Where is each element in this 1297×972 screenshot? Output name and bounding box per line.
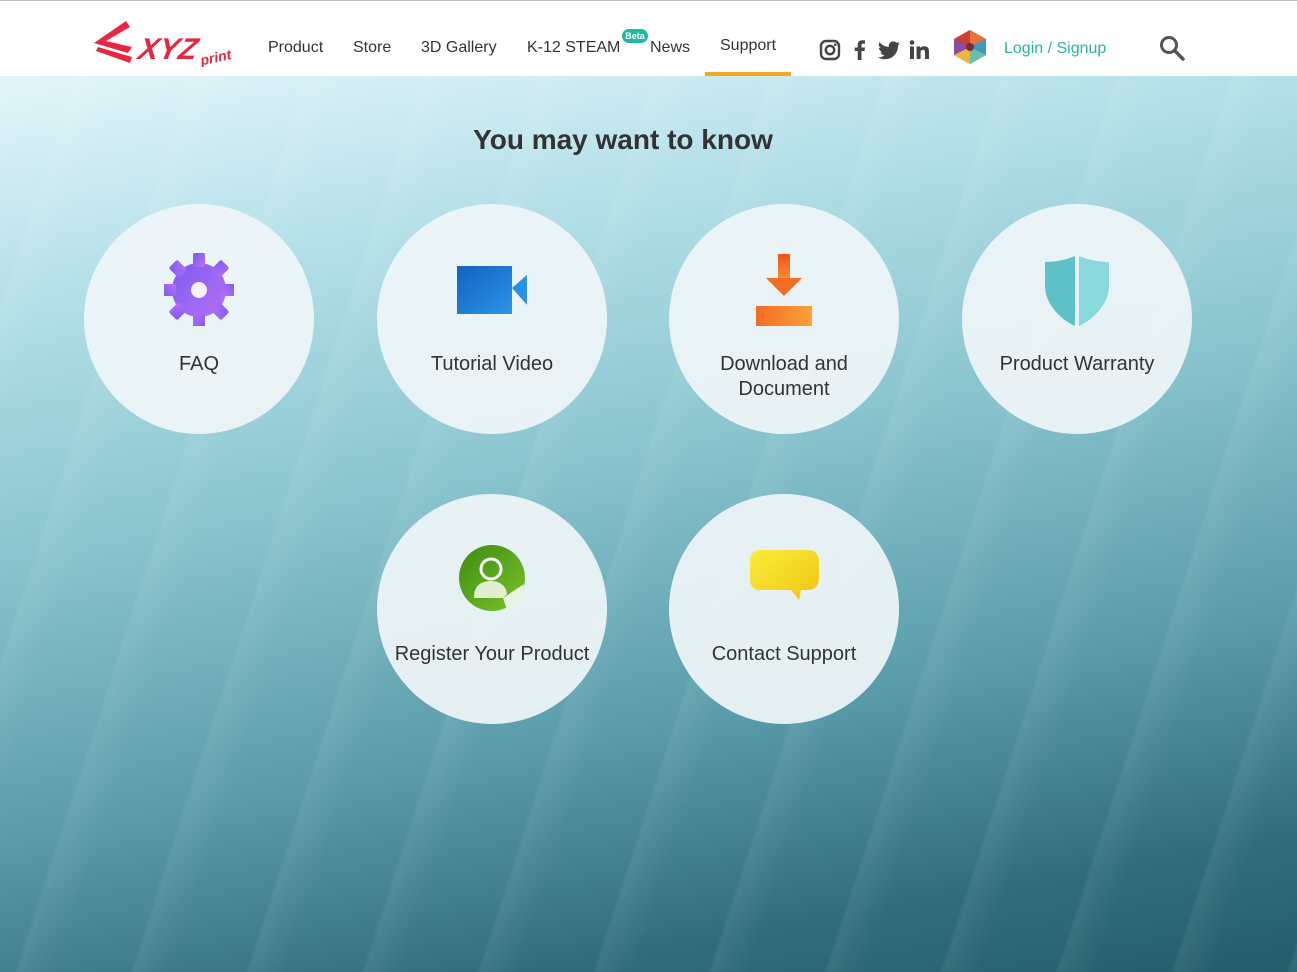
card-tutorial-video[interactable]: Tutorial Video	[377, 204, 607, 434]
instagram-icon[interactable]	[818, 38, 842, 62]
twitter-icon[interactable]	[877, 38, 901, 62]
facebook-icon[interactable]	[848, 38, 872, 62]
search-icon[interactable]	[1158, 34, 1186, 62]
svg-text:print: print	[198, 46, 234, 67]
card-faq[interactable]: FAQ	[84, 204, 314, 434]
card-product-warranty[interactable]: Product Warranty	[962, 204, 1192, 434]
card-label: FAQ	[178, 353, 219, 375]
card-label: Tutorial Video	[430, 353, 554, 375]
card-label: Register Your Product	[394, 643, 590, 665]
card-download-document[interactable]: Download and Document	[669, 204, 899, 434]
shield-icon	[1045, 256, 1109, 326]
download-icon	[756, 254, 812, 326]
nav-k12-steam[interactable]: K-12 STEAM	[527, 39, 620, 57]
user-avatar-icon[interactable]	[951, 28, 989, 66]
card-contact-support[interactable]: Contact Support	[669, 494, 899, 724]
login-signup-link[interactable]: Login / Signup	[1004, 40, 1106, 58]
svg-text:XYZ: XYZ	[134, 33, 203, 66]
video-camera-icon	[457, 266, 527, 314]
nav-news[interactable]: News	[650, 39, 690, 57]
card-label: Download and Document	[720, 353, 848, 400]
nav-support[interactable]: Support	[720, 37, 776, 55]
card-label: Contact Support	[711, 643, 857, 665]
nav-product[interactable]: Product	[268, 39, 323, 57]
beta-badge: Beta	[622, 29, 648, 43]
nav-store[interactable]: Store	[353, 39, 391, 57]
card-label: Product Warranty	[999, 353, 1155, 375]
card-register-product[interactable]: Register Your Product	[377, 494, 607, 724]
gear-icon	[164, 253, 234, 326]
linkedin-icon[interactable]	[907, 38, 931, 62]
section-title: You may want to know	[473, 124, 773, 155]
support-main: You may want to know FAQ Tutorial Video …	[0, 76, 1297, 972]
xyzprinting-logo[interactable]: XYZ print	[92, 17, 234, 67]
speech-bubble-icon	[750, 550, 819, 600]
nav-3d-gallery[interactable]: 3D Gallery	[421, 39, 497, 57]
site-header: XYZ print Product Store 3D Gallery K-12 …	[0, 1, 1297, 76]
user-register-icon	[459, 545, 525, 611]
